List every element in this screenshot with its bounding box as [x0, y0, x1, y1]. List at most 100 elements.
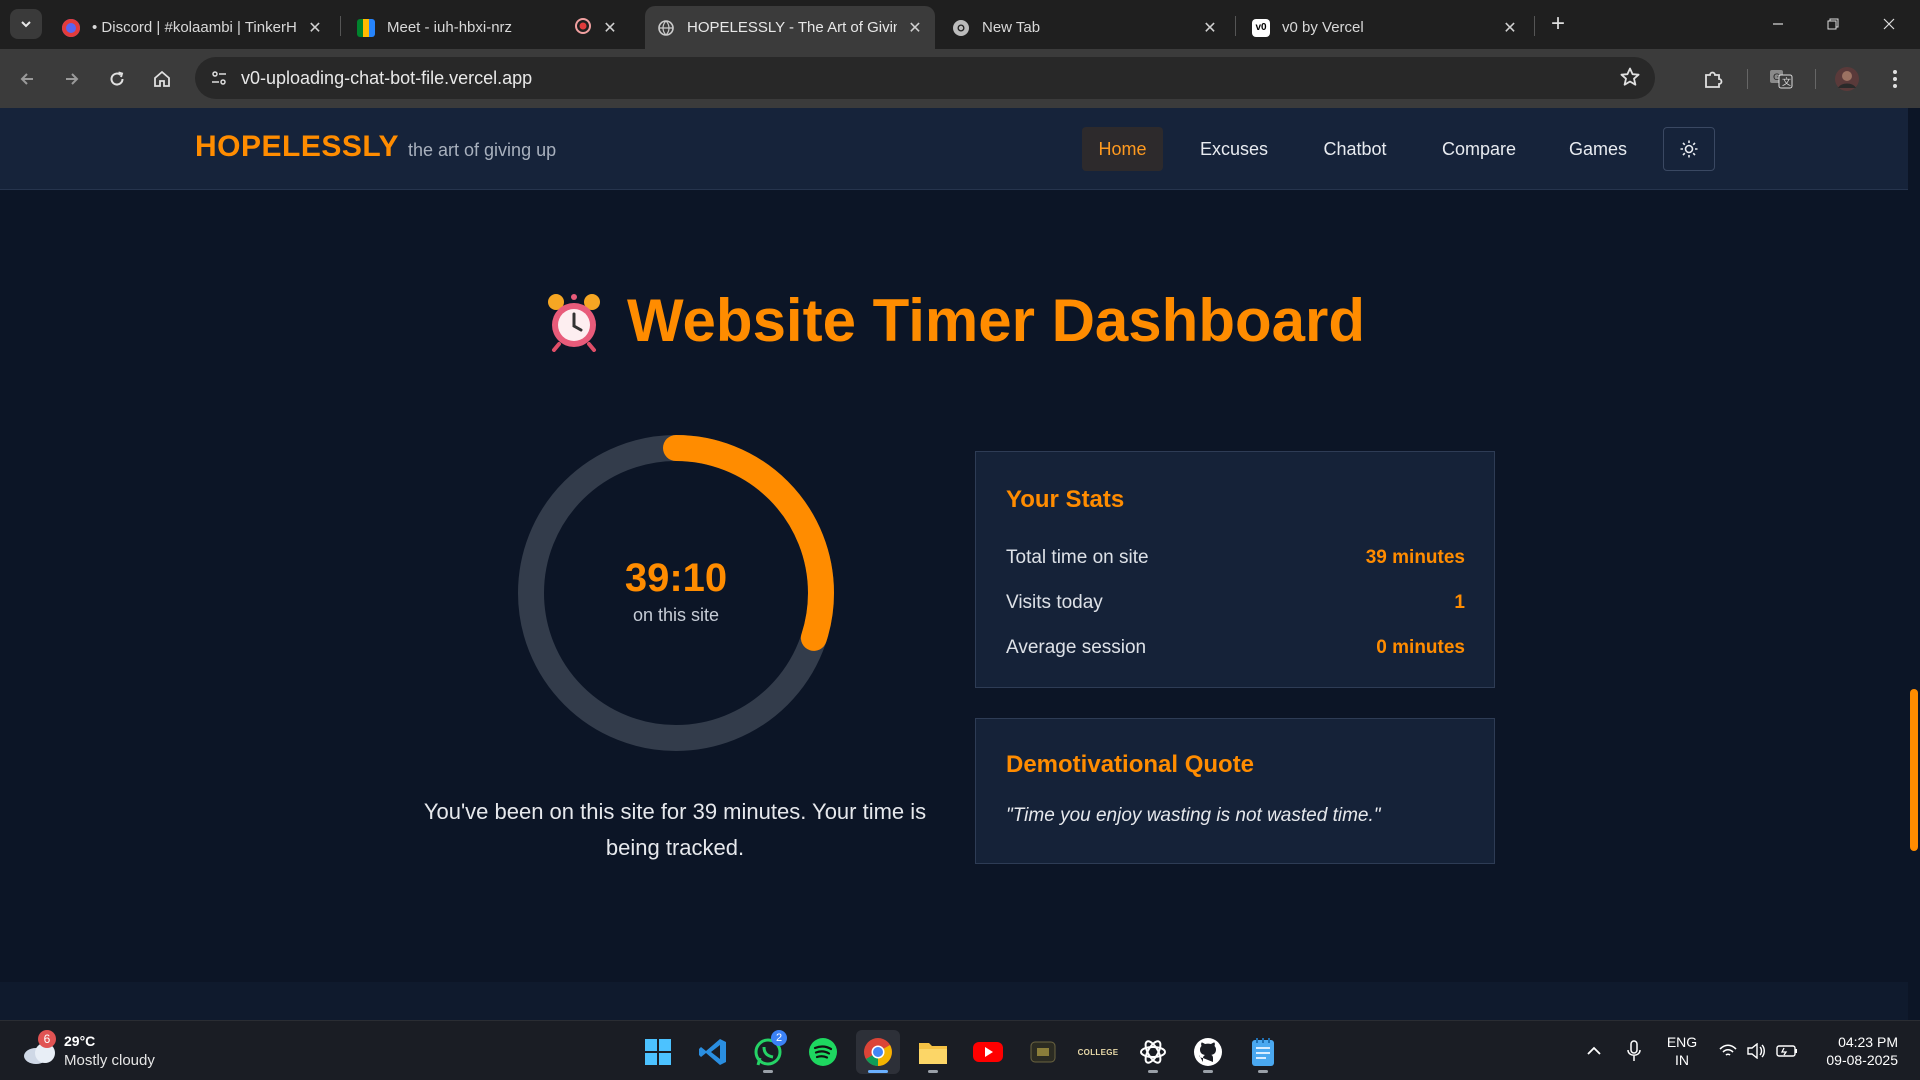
tab-meet[interactable]: Meet - iuh-hbxi-nrz ✕ — [345, 6, 630, 49]
taskbar-college-app[interactable]: COLLEGE — [1076, 1030, 1120, 1074]
svg-text:文: 文 — [1782, 76, 1791, 88]
language-code: ENG — [1666, 1034, 1698, 1050]
tab-v0[interactable]: v0 v0 by Vercel ✕ — [1240, 6, 1530, 49]
wifi-icon[interactable] — [1716, 1037, 1740, 1065]
nav-games[interactable]: Games — [1555, 127, 1641, 171]
dashboard-heading: Website Timer Dashboard — [0, 286, 1908, 355]
chrome-icon — [864, 1038, 892, 1066]
translate-icon[interactable]: G文 — [1766, 64, 1796, 94]
weather-temp: 29°C — [64, 1033, 96, 1049]
taskbar-file-explorer[interactable] — [911, 1030, 955, 1074]
tab-search-button[interactable] — [10, 9, 42, 39]
home-icon — [154, 70, 170, 87]
close-tab-icon[interactable]: ✕ — [307, 18, 323, 38]
taskbar-chatgpt[interactable] — [1131, 1030, 1175, 1074]
close-window-button[interactable] — [1866, 8, 1912, 40]
taskbar-github[interactable] — [1186, 1030, 1230, 1074]
nav-excuses[interactable]: Excuses — [1186, 127, 1282, 171]
site-header: HOPELESSLY the art of giving up Home Exc… — [0, 108, 1908, 190]
tab-title: HOPELESSLY - The Art of Giving Up — [687, 19, 897, 36]
reload-button[interactable] — [100, 62, 134, 96]
volume-icon[interactable] — [1744, 1037, 1768, 1065]
tab-title: v0 by Vercel — [1282, 19, 1364, 36]
chevron-up-icon — [1587, 1046, 1601, 1055]
show-hidden-icons-button[interactable] — [1582, 1037, 1606, 1065]
language-region: IN — [1675, 1052, 1689, 1068]
web-page: HOPELESSLY the art of giving up Home Exc… — [0, 108, 1920, 1020]
restore-button[interactable] — [1810, 8, 1856, 40]
site-tagline: the art of giving up — [408, 140, 557, 160]
nav-compare[interactable]: Compare — [1429, 127, 1529, 171]
forward-button[interactable] — [55, 62, 89, 96]
v0-icon: v0 — [1252, 18, 1270, 37]
language-indicator[interactable]: ENG IN — [1664, 1033, 1700, 1069]
home-button[interactable] — [145, 62, 179, 96]
stats-heading: Your Stats — [1006, 486, 1125, 513]
profile-avatar[interactable] — [1832, 64, 1862, 94]
chatgpt-icon — [1140, 1040, 1166, 1064]
close-tab-icon[interactable]: ✕ — [1502, 18, 1518, 38]
taskbar-notepad[interactable] — [1241, 1030, 1285, 1074]
stat-value: 39 minutes — [1365, 547, 1465, 568]
close-tab-icon[interactable]: ✕ — [1202, 18, 1218, 38]
site-logo[interactable]: HOPELESSLY — [195, 130, 399, 164]
tab-title: New Tab — [982, 19, 1041, 36]
close-icon — [1883, 18, 1895, 30]
globe-icon — [657, 19, 675, 37]
weather-badge: 6 — [38, 1030, 56, 1048]
taskbar-whatsapp[interactable]: 2 — [746, 1030, 790, 1074]
alarm-clock-icon — [548, 293, 600, 352]
system-clock[interactable]: 04:23 PM 09-08-2025 — [1812, 1033, 1898, 1069]
tab-discord[interactable]: • Discord | #kolaambi | TinkerHub ✕ — [50, 6, 335, 49]
nav-home[interactable]: Home — [1082, 127, 1163, 171]
tab-title: • Discord | #kolaambi | TinkerHub — [92, 19, 297, 36]
stat-row-visits-today: Visits today 1 — [1006, 592, 1465, 614]
nav-chatbot[interactable]: Chatbot — [1306, 127, 1404, 171]
close-tab-icon[interactable]: ✕ — [907, 18, 923, 38]
stats-card: Your Stats Total time on site 39 minutes… — [975, 451, 1495, 688]
taskbar-app-dark[interactable] — [1021, 1030, 1065, 1074]
site-info-icon[interactable] — [205, 64, 233, 92]
tab-new-tab[interactable]: New Tab ✕ — [940, 6, 1230, 49]
discord-icon — [62, 18, 80, 37]
recording-icon — [574, 17, 592, 39]
page-footer-strip — [0, 982, 1908, 1020]
taskbar-spotify[interactable] — [801, 1030, 845, 1074]
timer-ring: 39:10 on this site — [516, 433, 836, 753]
stat-label: Average session — [1006, 637, 1147, 658]
app-window-icon — [1030, 1041, 1056, 1063]
weather-condition: Mostly cloudy — [64, 1052, 155, 1069]
stat-row-total-time: Total time on site 39 minutes — [1006, 547, 1465, 569]
extensions-icon[interactable] — [1698, 64, 1728, 94]
bookmark-star-icon[interactable] — [1619, 66, 1641, 93]
spotify-icon — [809, 1038, 837, 1066]
restore-icon — [1827, 18, 1839, 30]
new-tab-button[interactable]: + — [1544, 10, 1572, 38]
microphone-button[interactable] — [1622, 1037, 1646, 1065]
whatsapp-notification-badge: 2 — [771, 1030, 787, 1046]
address-bar[interactable]: v0-uploading-chat-bot-file.vercel.app — [195, 57, 1655, 99]
battery-icon[interactable] — [1774, 1037, 1800, 1065]
clock-time: 04:23 PM — [1838, 1034, 1898, 1050]
page-title: Website Timer Dashboard — [627, 287, 1365, 354]
sun-icon — [1680, 140, 1698, 158]
quote-card: Demotivational Quote "Time you enjoy was… — [975, 718, 1495, 864]
page-scrollbar-thumb[interactable] — [1910, 689, 1918, 851]
taskbar-vscode[interactable] — [691, 1030, 735, 1074]
microphone-icon — [1627, 1040, 1641, 1061]
reload-icon — [110, 71, 124, 86]
start-button[interactable] — [636, 1030, 680, 1074]
back-button[interactable] — [10, 62, 44, 96]
tab-hopelessly[interactable]: HOPELESSLY - The Art of Giving Up ✕ — [645, 6, 935, 49]
theme-toggle-button[interactable] — [1663, 127, 1715, 171]
taskbar-chrome[interactable] — [856, 1030, 900, 1074]
minimize-icon — [1773, 23, 1783, 25]
quote-text: "Time you enjoy wasting is not wasted ti… — [1006, 805, 1381, 826]
more-menu-icon[interactable] — [1880, 64, 1910, 94]
url-text: v0-uploading-chat-bot-file.vercel.app — [241, 68, 533, 88]
close-tab-icon[interactable]: ✕ — [602, 18, 618, 38]
taskbar-youtube[interactable] — [966, 1030, 1010, 1074]
minimize-button[interactable] — [1755, 8, 1801, 40]
folder-icon — [919, 1043, 947, 1064]
weather-widget[interactable]: 6 29°C Mostly cloudy — [22, 1030, 172, 1074]
